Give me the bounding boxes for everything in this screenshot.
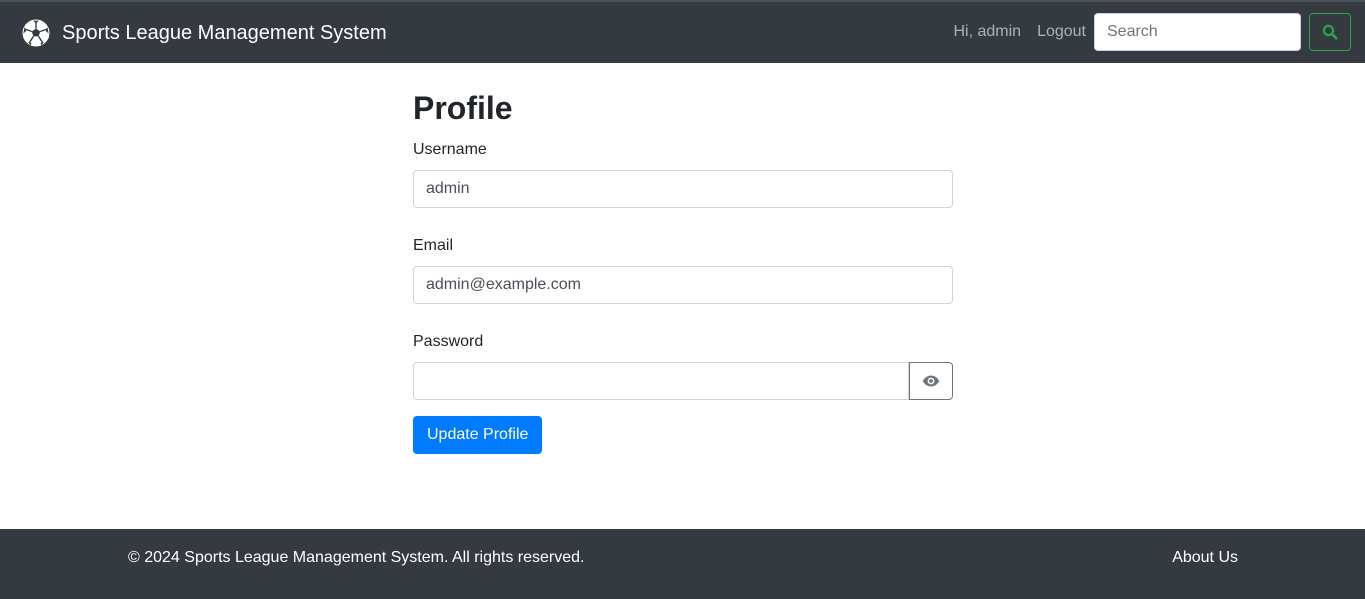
footer: © 2024 Sports League Management System. … bbox=[0, 529, 1365, 599]
password-field[interactable] bbox=[413, 362, 909, 400]
search-input[interactable] bbox=[1094, 13, 1301, 51]
soccer-ball-icon bbox=[22, 19, 50, 47]
search-icon bbox=[1322, 24, 1338, 40]
top-navbar: Sports League Management System Hi, admi… bbox=[0, 0, 1365, 63]
toggle-password-button[interactable] bbox=[909, 362, 953, 400]
brand-link[interactable]: Sports League Management System bbox=[22, 18, 387, 48]
email-label: Email bbox=[413, 237, 454, 254]
page-title: Profile bbox=[413, 90, 513, 126]
username-field[interactable] bbox=[413, 170, 953, 208]
brand-title: Sports League Management System bbox=[62, 21, 387, 44]
email-field[interactable] bbox=[413, 266, 953, 304]
password-input-group bbox=[413, 362, 953, 400]
profile-form: Username Email Password Update Profile bbox=[413, 140, 953, 454]
update-profile-button[interactable]: Update Profile bbox=[413, 416, 543, 454]
search-button[interactable] bbox=[1309, 13, 1351, 51]
eye-icon bbox=[922, 375, 940, 387]
logout-link[interactable]: Logout bbox=[1037, 23, 1086, 41]
navbar-right: Hi, admin Logout bbox=[953, 13, 1351, 51]
profile-form-container: Profile Username Email Password Update P… bbox=[413, 63, 953, 454]
user-greeting[interactable]: Hi, admin bbox=[953, 23, 1021, 41]
about-us-link[interactable]: About Us bbox=[1172, 547, 1238, 569]
copyright-text: © 2024 Sports League Management System. … bbox=[128, 549, 585, 566]
username-label: Username bbox=[413, 141, 487, 158]
password-label: Password bbox=[413, 333, 484, 350]
